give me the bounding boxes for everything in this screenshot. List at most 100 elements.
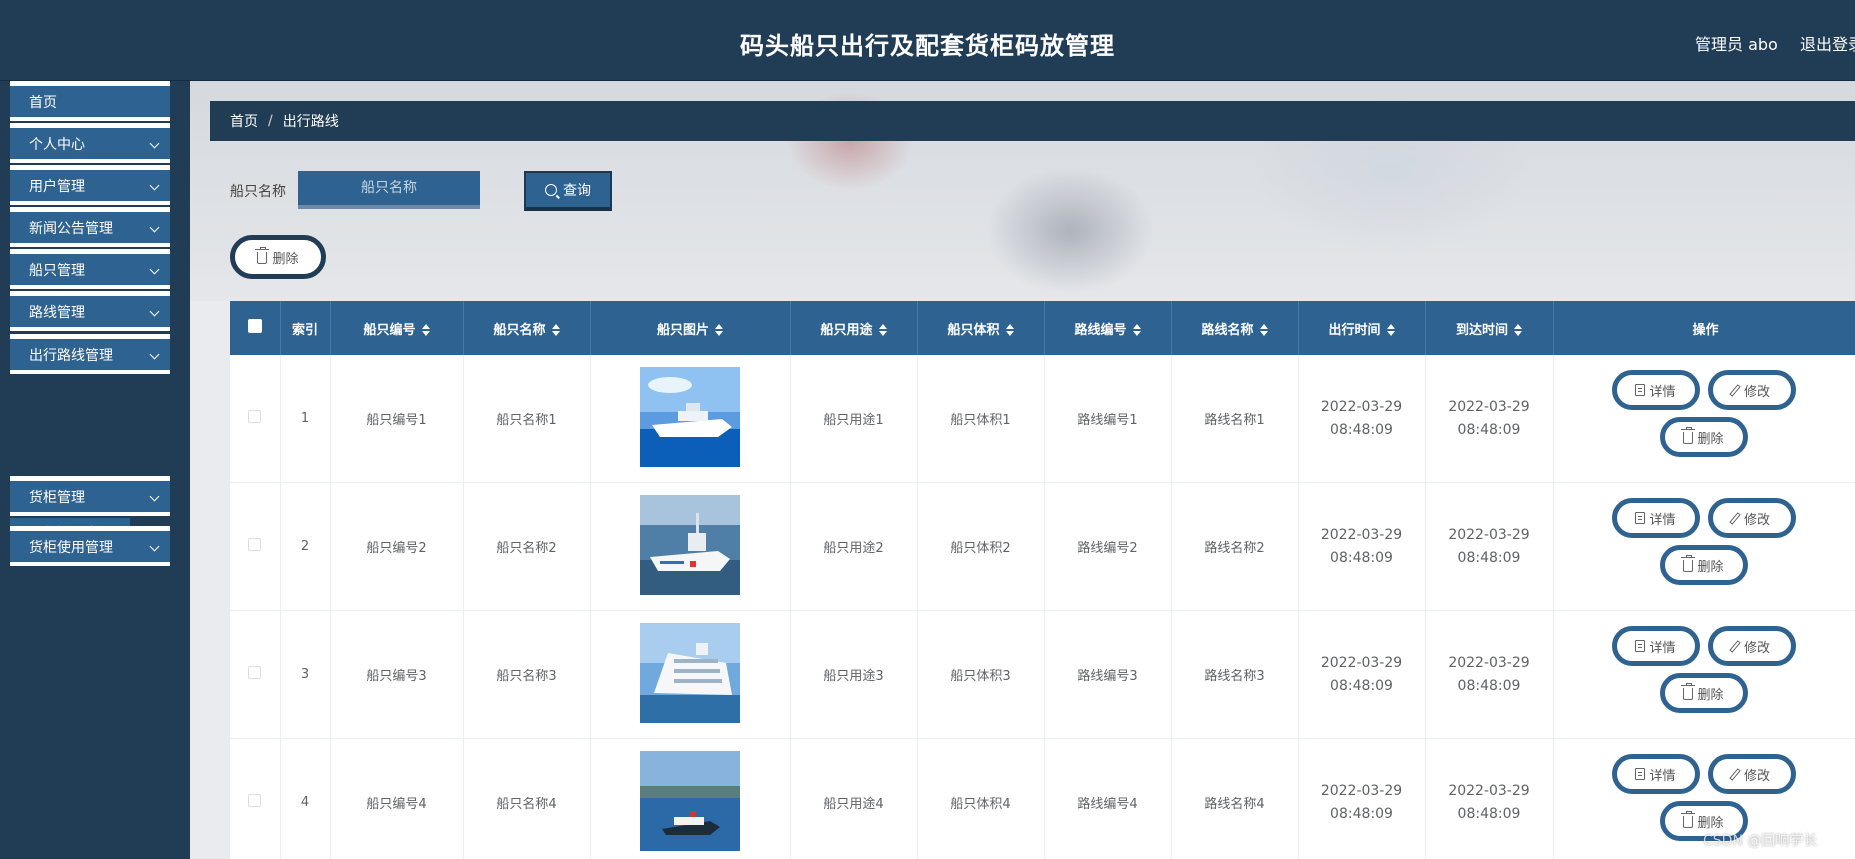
column-header-ship-image[interactable]: 船只图片 [590, 301, 791, 355]
search-label: 船只名称 [230, 184, 286, 200]
table-row: 3 船只编号3 船只名称3 船只用途3 船只体积3 路线编号3 路线名称3 20… [230, 610, 1855, 739]
sidebar-item-container-usage-management[interactable]: 货柜使用管理 [10, 526, 170, 566]
column-header-route-no[interactable]: 路线编号 [1044, 301, 1172, 355]
chevron-down-icon [149, 306, 160, 317]
column-header-ship-name[interactable]: 船只名称 [463, 301, 591, 355]
cell-index: 3 [280, 610, 331, 739]
sidebar-item-container-management[interactable]: 货柜管理 [10, 476, 170, 516]
cell-route-name: 路线名称1 [1171, 355, 1299, 483]
cell-ship-name: 船只名称3 [463, 610, 591, 739]
ship-image[interactable] [640, 366, 740, 467]
watermark: CSDN @回响学长 [1703, 833, 1818, 849]
edit-icon [1729, 767, 1741, 781]
chevron-down-icon [149, 180, 160, 191]
delete-button[interactable]: 删除 [1659, 545, 1748, 585]
delete-button[interactable]: 删除 [1659, 417, 1748, 457]
current-user: 管理员 abo [1695, 35, 1778, 54]
trash-icon [1681, 427, 1696, 444]
cell-ship-no: 船只编号3 [330, 610, 464, 739]
edit-button[interactable]: 修改 [1707, 370, 1796, 410]
cell-depart-time: 2022-03-29 08:48:09 [1298, 738, 1426, 859]
row-checkbox[interactable] [248, 794, 262, 807]
detail-button[interactable]: 详情 [1611, 498, 1700, 538]
cell-depart-time: 2022-03-29 08:48:09 [1298, 482, 1426, 611]
edit-icon [1729, 383, 1741, 397]
document-icon [1635, 768, 1646, 780]
ship-image[interactable] [640, 622, 740, 723]
select-all-checkbox[interactable] [247, 319, 262, 333]
search-input[interactable] [298, 171, 480, 209]
detail-button[interactable]: 详情 [1611, 754, 1700, 794]
sidebar-item-user-management[interactable]: 用户管理 [10, 165, 170, 205]
cell-ship-name: 船只名称2 [463, 482, 591, 611]
table-row: 2 船只编号2 船只名称2 船只用途2 船只体积2 路线编号2 路线名称2 20… [230, 482, 1855, 611]
cell-purpose: 船只用途3 [790, 610, 918, 739]
sidebar-item-label: 用户管理 [29, 178, 85, 195]
cell-route-name: 路线名称4 [1171, 738, 1299, 859]
sort-icon[interactable] [1259, 323, 1268, 336]
sort-icon[interactable] [551, 323, 560, 336]
column-header-depart-time[interactable]: 出行时间 [1298, 301, 1426, 355]
cell-ship-no: 船只编号2 [330, 482, 464, 611]
document-icon [1635, 384, 1646, 396]
sidebar-item-ship-management[interactable]: 船只管理 [10, 249, 170, 289]
sidebar-item-route-management[interactable]: 路线管理 [10, 291, 170, 331]
sidebar-item-label: 出行路线管理 [29, 347, 113, 364]
trash-icon [1681, 555, 1696, 572]
sort-icon[interactable] [1005, 323, 1014, 336]
sidebar-item-trip-route-management[interactable]: 出行路线管理 [10, 334, 170, 374]
breadcrumb-current: 出行路线 [282, 114, 339, 130]
cell-route-no: 路线编号4 [1044, 738, 1172, 859]
breadcrumb-home[interactable]: 首页 [230, 111, 258, 131]
detail-button[interactable]: 详情 [1611, 370, 1700, 410]
chevron-down-icon [149, 222, 160, 233]
cell-volume: 船只体积3 [917, 610, 1045, 739]
cell-purpose: 船只用途4 [790, 738, 918, 859]
cell-ship-name: 船只名称1 [463, 355, 591, 483]
row-checkbox[interactable] [248, 538, 262, 551]
sort-icon[interactable] [1386, 323, 1395, 336]
sidebar-item-home[interactable]: 首页 [10, 81, 170, 121]
row-checkbox[interactable] [248, 410, 262, 423]
sidebar-item-news-management[interactable]: 新闻公告管理 [10, 207, 170, 247]
cell-route-no: 路线编号3 [1044, 610, 1172, 739]
cell-index: 2 [280, 482, 331, 611]
detail-button[interactable]: 详情 [1611, 626, 1700, 666]
sort-icon[interactable] [878, 323, 887, 336]
table-header-row: 索引 船只编号 船只名称 船只图片 船只用途 船只体积 路线编号 路线名称 出行… [230, 301, 1855, 355]
sidebar-item-personal-center[interactable]: 个人中心 [10, 123, 170, 163]
delete-button[interactable]: 删除 [1659, 673, 1748, 713]
edit-button[interactable]: 修改 [1707, 626, 1796, 666]
edit-button[interactable]: 修改 [1707, 754, 1796, 794]
edit-icon [1729, 639, 1741, 653]
sidebar: 首页 个人中心 用户管理 新闻公告管理 船只管理 路线管理 出行路线管理 出行路… [0, 81, 190, 859]
top-bar: 码头船只出行及配套货柜码放管理 管理员 abo 退出登录 [0, 0, 1855, 81]
select-all-cell[interactable] [230, 301, 281, 355]
app-title: 码头船只出行及配套货柜码放管理 [740, 32, 1115, 60]
sidebar-item-label: 船只管理 [29, 262, 85, 279]
column-header-purpose[interactable]: 船只用途 [790, 301, 918, 355]
row-checkbox[interactable] [248, 666, 262, 679]
cell-operations: 详情 修改 删除 [1553, 482, 1855, 611]
column-header-volume[interactable]: 船只体积 [917, 301, 1045, 355]
trash-icon [1681, 683, 1696, 700]
cell-arrive-time: 2022-03-29 08:48:09 [1425, 738, 1554, 859]
bulk-delete-button[interactable]: 删除 [230, 235, 326, 279]
sort-icon[interactable] [1514, 323, 1522, 336]
logout-link[interactable]: 退出登录 [1800, 31, 1855, 55]
cell-arrive-time: 2022-03-29 08:48:09 [1425, 355, 1554, 483]
column-header-route-name[interactable]: 路线名称 [1171, 301, 1299, 355]
ship-image[interactable] [640, 494, 740, 595]
ship-image[interactable] [640, 750, 740, 851]
sort-icon[interactable] [421, 323, 430, 336]
document-icon [1635, 640, 1646, 652]
edit-button[interactable]: 修改 [1707, 498, 1796, 538]
cell-ship-name: 船只名称4 [463, 738, 591, 859]
column-header-arrive-time[interactable]: 到达时间 [1425, 301, 1554, 355]
sort-icon[interactable] [715, 323, 723, 336]
column-header-ship-no[interactable]: 船只编号 [330, 301, 464, 355]
cell-volume: 船只体积4 [917, 738, 1045, 859]
search-button[interactable]: 查询 [524, 171, 612, 211]
chevron-down-icon [149, 138, 160, 149]
sort-icon[interactable] [1132, 323, 1141, 336]
